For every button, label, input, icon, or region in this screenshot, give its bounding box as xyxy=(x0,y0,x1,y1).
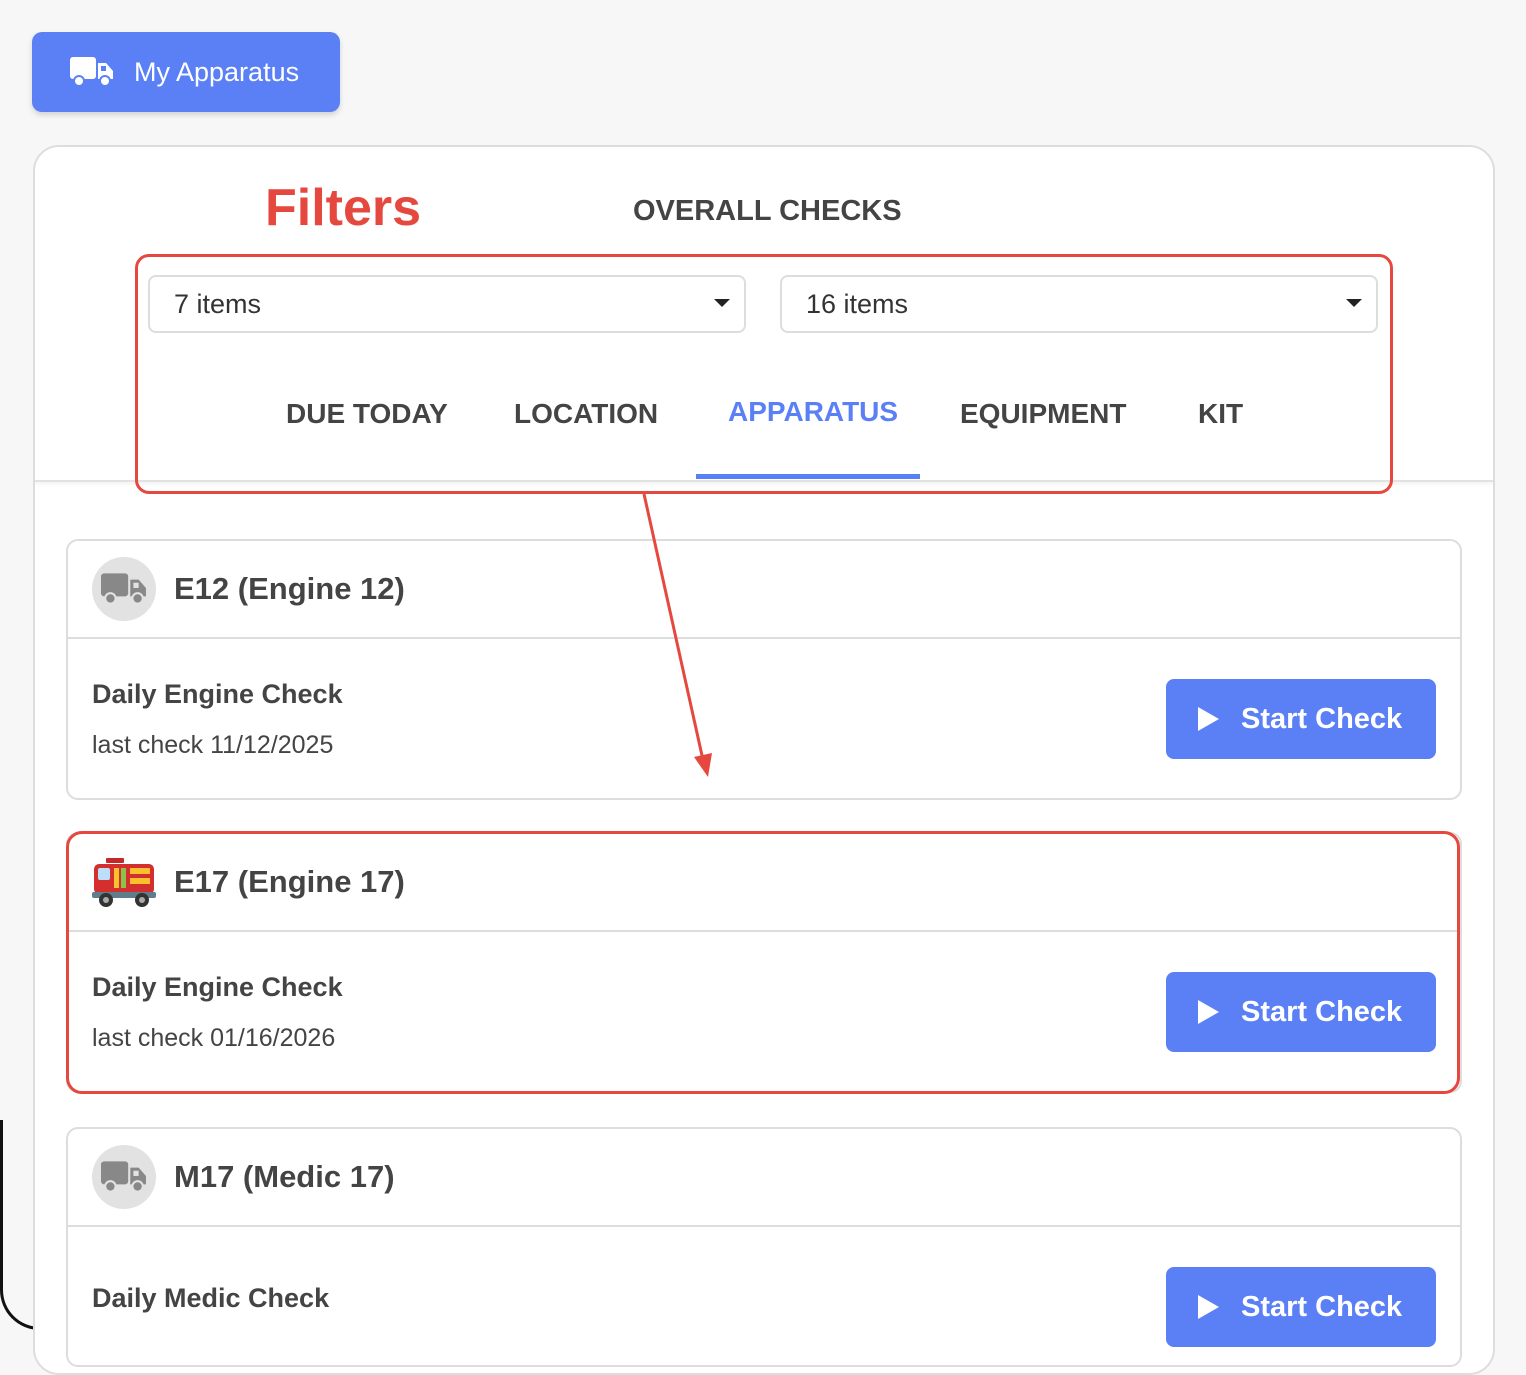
apparatus-title: M17 (Medic 17) xyxy=(174,1159,395,1194)
check-name: Daily Engine Check xyxy=(92,679,343,709)
truck-icon xyxy=(101,1161,146,1193)
play-icon xyxy=(1198,707,1219,731)
apparatus-title: E12 (Engine 12) xyxy=(174,571,405,606)
card-body: Daily Medic Check Start Check xyxy=(68,1227,1460,1365)
avatar xyxy=(92,557,156,621)
check-name: Daily Medic Check xyxy=(92,1283,330,1313)
start-check-button[interactable]: Start Check xyxy=(1166,1267,1436,1347)
card-body: Daily Engine Check last check 11/12/2025… xyxy=(68,639,1460,798)
play-icon xyxy=(1198,1000,1219,1024)
card-header: M17 (Medic 17) xyxy=(68,1129,1460,1227)
start-check-button[interactable]: Start Check xyxy=(1166,679,1436,759)
truck-icon xyxy=(101,573,146,605)
start-check-label: Start Check xyxy=(1241,702,1403,735)
check-name: Daily Engine Check xyxy=(92,972,343,1002)
avatar xyxy=(92,1145,156,1209)
truck-icon xyxy=(70,57,113,87)
start-check-label: Start Check xyxy=(1241,1290,1403,1323)
start-check-button[interactable]: Start Check xyxy=(1166,972,1436,1052)
apparatus-card-e12: E12 (Engine 12) Daily Engine Check last … xyxy=(66,539,1462,800)
last-check-date: last check 01/16/2026 xyxy=(92,1024,336,1052)
play-icon xyxy=(1198,1295,1219,1319)
start-check-label: Start Check xyxy=(1241,995,1403,1028)
apparatus-card-e17: E17 (Engine 17) Daily Engine Check last … xyxy=(66,832,1462,1093)
apparatus-title: E17 (Engine 17) xyxy=(174,864,405,899)
card-header: E17 (Engine 17) xyxy=(68,834,1460,932)
card-body: Daily Engine Check last check 01/16/2026… xyxy=(68,932,1460,1091)
filters-annotation-box xyxy=(135,254,1393,494)
filters-annotation: Filters xyxy=(265,179,422,237)
my-apparatus-label: My Apparatus xyxy=(134,56,300,87)
card-header: E12 (Engine 12) xyxy=(68,541,1460,639)
overall-checks-heading: OVERALL CHECKS xyxy=(633,195,902,227)
avatar xyxy=(92,850,156,914)
fire-engine-icon xyxy=(92,858,156,907)
my-apparatus-button[interactable]: My Apparatus xyxy=(32,32,340,112)
apparatus-card-m17: M17 (Medic 17) Daily Medic Check Start C… xyxy=(66,1127,1462,1367)
last-check-date: last check 11/12/2025 xyxy=(92,731,334,759)
